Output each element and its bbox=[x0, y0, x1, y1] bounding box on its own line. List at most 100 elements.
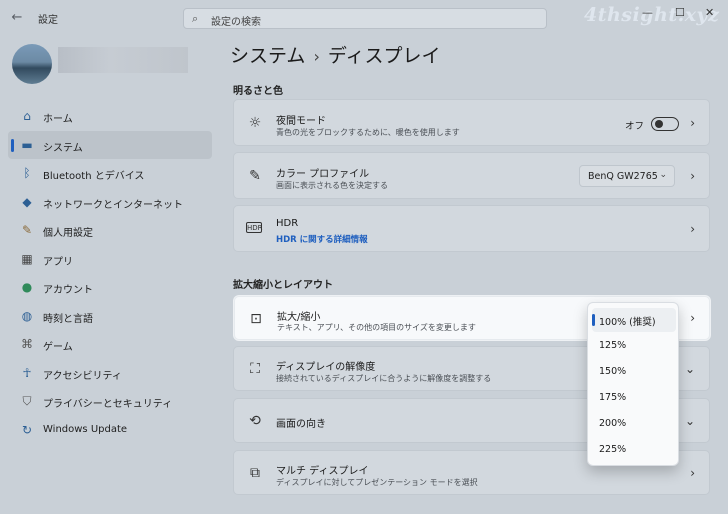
color-profile-card[interactable]: ✎ カラー プロファイル 画面に表示される色を決定する BenQ GW2765 … bbox=[233, 152, 710, 199]
sidebar-item-privacy[interactable]: ⛉ プライバシーとセキュリティ bbox=[8, 387, 212, 416]
scale-option-label: 125% bbox=[599, 340, 627, 351]
bluetooth-icon: ᛒ bbox=[23, 166, 31, 180]
sidebar-item-label: ゲーム bbox=[43, 342, 73, 353]
sidebar-item-label: アカウント bbox=[43, 285, 93, 296]
settings-window: ← 設定 ⌕ 設定の検索 4thsight.xyz — ☐ ✕ ⌂ ホーム ▬ … bbox=[0, 0, 728, 514]
search-box[interactable]: ⌕ 設定の検索 bbox=[183, 8, 547, 29]
section-heading-scale-layout: 拡大縮小とレイアウト bbox=[233, 280, 333, 291]
scale-option[interactable]: 125% bbox=[592, 334, 676, 358]
sidebar-item-personalization[interactable]: ✎ 個人用設定 bbox=[8, 216, 212, 245]
network-icon: ◆ bbox=[22, 194, 32, 209]
account-icon: ● bbox=[21, 280, 33, 294]
color-profile-select[interactable]: BenQ GW2765 ⌄ bbox=[579, 165, 675, 187]
scale-option[interactable]: 200% bbox=[592, 412, 676, 436]
sidebar-item-label: 個人用設定 bbox=[43, 228, 93, 239]
resolution-desc: 接続されているディスプレイに合うように解像度を調整する bbox=[276, 374, 492, 383]
scale-option-label: 225% bbox=[599, 444, 627, 455]
breadcrumb: システム › ディスプレイ bbox=[230, 41, 441, 68]
sidebar-nav: ⌂ ホーム ▬ システム ᛒ Bluetooth とデバイス ◆ ネットワークと… bbox=[8, 102, 212, 444]
scale-desc: テキスト、アプリ、その他の項目のサイズを変更します bbox=[277, 323, 476, 332]
system-icon: ▬ bbox=[21, 137, 33, 152]
brush-icon: ✎ bbox=[21, 223, 33, 237]
avatar[interactable] bbox=[12, 44, 52, 84]
sidebar-item-gaming[interactable]: ⌘ ゲーム bbox=[8, 330, 212, 359]
breadcrumb-parent[interactable]: システム bbox=[230, 45, 305, 67]
profile-name-blurred bbox=[58, 47, 188, 73]
page-title: ディスプレイ bbox=[327, 45, 441, 67]
sidebar-item-apps[interactable]: ▦ アプリ bbox=[8, 245, 212, 274]
hdr-card[interactable]: HDR HDR HDR に関する詳細情報 › bbox=[233, 205, 710, 252]
apps-icon: ▦ bbox=[21, 251, 33, 266]
sidebar-item-network[interactable]: ◆ ネットワークとインターネット bbox=[8, 188, 212, 217]
section-heading-brightness: 明るさと色 bbox=[233, 86, 283, 97]
night-light-toggle[interactable] bbox=[651, 117, 679, 131]
sidebar-item-label: ネットワークとインターネット bbox=[43, 199, 183, 211]
hdr-info-link[interactable]: HDR に関する詳細情報 bbox=[276, 233, 368, 245]
night-light-title: 夜間モード bbox=[276, 116, 326, 127]
close-button[interactable]: ✕ bbox=[705, 6, 714, 19]
toggle-state-label: オフ bbox=[625, 121, 645, 132]
sidebar-item-label: システム bbox=[43, 142, 83, 154]
sidebar-item-system[interactable]: ▬ システム bbox=[8, 130, 212, 159]
sidebar-item-accounts[interactable]: ● アカウント bbox=[8, 273, 212, 302]
active-indicator bbox=[11, 138, 14, 152]
sidebar-item-label: Windows Update bbox=[43, 423, 128, 435]
chevron-down-icon[interactable]: ⌄ bbox=[685, 362, 695, 376]
scale-icon: ⊡ bbox=[250, 311, 262, 327]
title-bar: ← 設定 ⌕ 設定の検索 4thsight.xyz — ☐ ✕ bbox=[0, 0, 728, 36]
chevron-down-icon: ⌄ bbox=[659, 170, 667, 180]
sidebar-item-time-language[interactable]: ◍ 時刻と言語 bbox=[8, 302, 212, 331]
night-light-card[interactable]: ☼ 夜間モード 青色の光をブロックするために、暖色を使用します オフ › bbox=[233, 99, 710, 146]
orientation-title: 画面の向き bbox=[276, 419, 326, 430]
sidebar-item-label: Bluetooth とデバイス bbox=[43, 171, 145, 182]
scale-option-label: 200% bbox=[599, 418, 627, 429]
rotate-icon: ⟲ bbox=[249, 413, 261, 429]
color-profile-value: BenQ GW2765 bbox=[588, 171, 658, 182]
sidebar-item-home[interactable]: ⌂ ホーム bbox=[8, 102, 212, 131]
scale-title: 拡大/縮小 bbox=[277, 312, 321, 323]
chevron-down-icon[interactable]: ⌄ bbox=[685, 414, 695, 428]
globe-icon: ◍ bbox=[21, 308, 33, 323]
brightness-icon: ☼ bbox=[248, 115, 262, 131]
scale-option-label: 150% bbox=[599, 366, 627, 377]
multi-display-icon: ⧉ bbox=[250, 465, 260, 481]
selected-indicator bbox=[592, 314, 595, 326]
sidebar-item-windows-update[interactable]: ↻ Windows Update bbox=[8, 416, 212, 445]
sidebar-item-accessibility[interactable]: ☥ アクセシビリティ bbox=[8, 359, 212, 388]
chevron-right-icon[interactable]: › bbox=[690, 311, 695, 325]
hdr-title: HDR bbox=[276, 218, 299, 229]
scale-option[interactable]: 100% (推奨) bbox=[592, 308, 676, 332]
minimize-button[interactable]: — bbox=[642, 6, 653, 19]
search-icon: ⌕ bbox=[192, 12, 199, 25]
resolution-icon: ⛶ bbox=[250, 361, 260, 377]
chevron-right-icon[interactable]: › bbox=[690, 116, 695, 130]
scale-option[interactable]: 225% bbox=[592, 438, 676, 462]
accessibility-icon: ☥ bbox=[22, 365, 32, 380]
sidebar-item-label: 時刻と言語 bbox=[43, 313, 93, 325]
sidebar-item-label: プライバシーとセキュリティ bbox=[43, 399, 173, 410]
app-title: 設定 bbox=[38, 15, 58, 26]
sidebar-item-label: ホーム bbox=[43, 114, 73, 125]
back-button[interactable]: ← bbox=[8, 9, 26, 27]
breadcrumb-separator: › bbox=[313, 47, 320, 66]
maximize-button[interactable]: ☐ bbox=[675, 6, 685, 19]
chevron-right-icon[interactable]: › bbox=[690, 169, 695, 183]
search-input[interactable]: 設定の検索 bbox=[211, 13, 261, 28]
gamepad-icon: ⌘ bbox=[21, 337, 33, 351]
multi-display-title: マルチ ディスプレイ bbox=[276, 466, 369, 477]
scale-option[interactable]: 150% bbox=[592, 360, 676, 384]
color-profile-desc: 画面に表示される色を決定する bbox=[276, 181, 388, 190]
chevron-right-icon[interactable]: › bbox=[690, 466, 695, 480]
night-light-desc: 青色の光をブロックするために、暖色を使用します bbox=[276, 128, 460, 137]
update-icon: ↻ bbox=[21, 422, 33, 437]
scale-option-label: 175% bbox=[599, 392, 627, 403]
sidebar-item-label: アプリ bbox=[43, 256, 73, 268]
scale-option-label: 100% (推奨) bbox=[599, 317, 656, 328]
sidebar-item-label: アクセシビリティ bbox=[43, 370, 122, 382]
scale-dropdown-list: 100% (推奨) 125% 150% 175% 200% 225% bbox=[587, 302, 679, 466]
scale-option[interactable]: 175% bbox=[592, 386, 676, 410]
multi-display-desc: ディスプレイに対してプレゼンテーション モードを選択 bbox=[276, 478, 478, 487]
home-icon: ⌂ bbox=[23, 109, 31, 123]
sidebar-item-bluetooth[interactable]: ᛒ Bluetooth とデバイス bbox=[8, 159, 212, 188]
chevron-right-icon[interactable]: › bbox=[690, 222, 695, 236]
